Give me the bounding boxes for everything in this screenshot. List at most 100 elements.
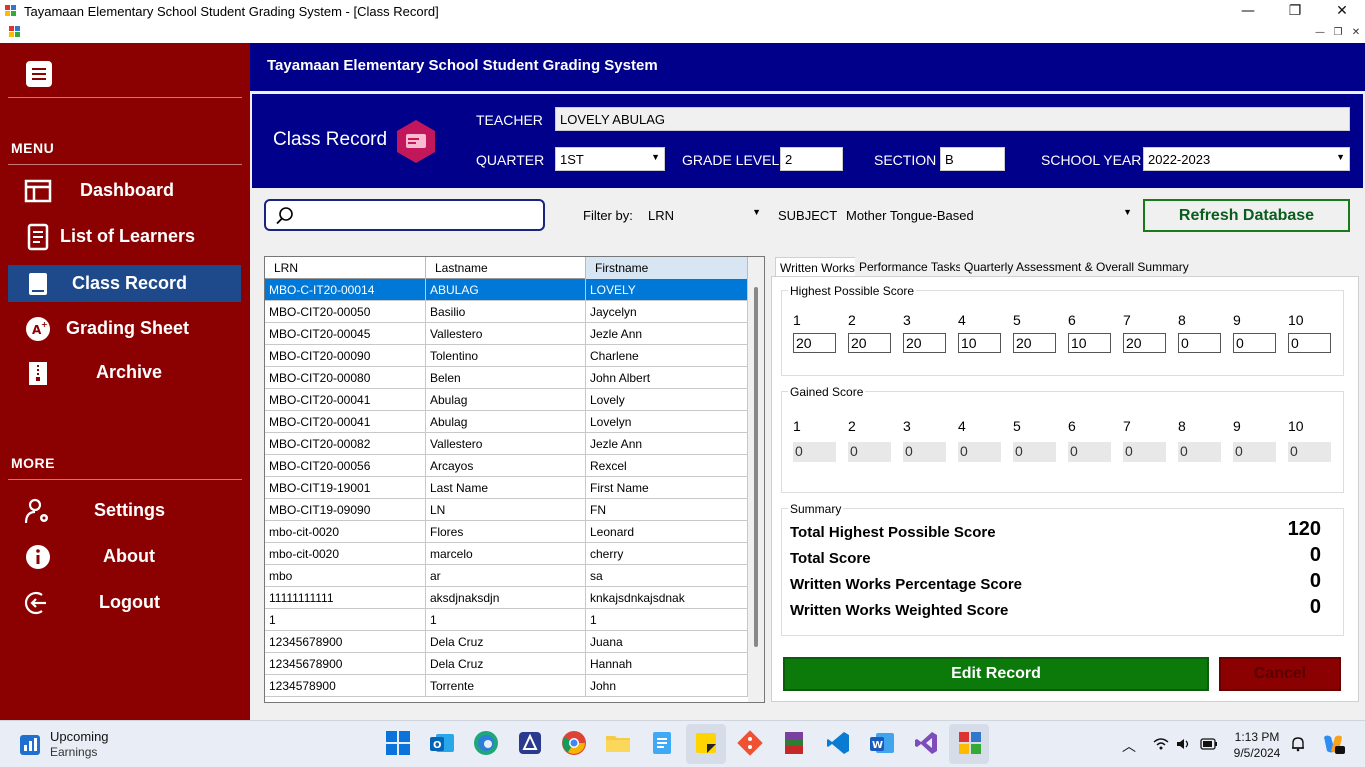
tab-written-works[interactable]: Written Works <box>775 257 860 278</box>
hps-score-field[interactable]: 0 <box>1233 333 1276 353</box>
title-bar: Tayamaan Elementary School Student Gradi… <box>0 0 1365 22</box>
hps-score-field[interactable]: 10 <box>958 333 1001 353</box>
table-row[interactable]: MBO-CIT20-00041 Abulag Lovely <box>265 389 748 411</box>
chrome-icon[interactable] <box>560 729 588 757</box>
notification-bell-icon[interactable] <box>1290 736 1306 752</box>
table-cell: MBO-CIT20-00082 <box>265 433 426 455</box>
battery-icon[interactable] <box>1200 738 1218 750</box>
sidebar-item-class-record[interactable]: Class Record <box>8 265 241 302</box>
outlook-icon[interactable]: O <box>428 729 456 757</box>
table-row[interactable]: 111 <box>265 609 748 631</box>
notepad-icon[interactable] <box>648 729 676 757</box>
subject-label: SUBJECT <box>778 208 838 223</box>
gained-number: 9 <box>1233 418 1241 434</box>
table-row[interactable]: 1234578900 Torrente John <box>265 675 748 697</box>
gained-score-field: 0 <box>1178 442 1221 462</box>
refresh-database-button[interactable]: Refresh Database <box>1143 199 1350 232</box>
table-row[interactable]: mbo ar sa <box>265 565 748 587</box>
hps-score-field[interactable]: 20 <box>1013 333 1056 353</box>
volume-icon[interactable] <box>1176 737 1192 751</box>
wifi-icon[interactable] <box>1153 737 1169 751</box>
hps-score-field[interactable]: 0 <box>1178 333 1221 353</box>
table-row[interactable]: MBO-CIT20-00050 Basilio Jaycelyn <box>265 301 748 323</box>
chevron-up-icon[interactable]: ︿ <box>1122 736 1136 756</box>
table-cell: Flores <box>426 521 586 543</box>
cancel-button[interactable]: Cancel <box>1219 657 1341 691</box>
clock-date[interactable]: 9/5/2024 <box>1232 746 1282 760</box>
file-explorer-icon[interactable] <box>604 729 632 757</box>
sidebar-item-list-of-learners[interactable]: List of Learners <box>8 218 241 255</box>
tab-quarterly-assessment[interactable]: Quarterly Assessment & Overall Summary <box>960 257 1193 277</box>
hps-score-field[interactable]: 10 <box>1068 333 1111 353</box>
gained-score-field: 0 <box>1068 442 1111 462</box>
app-icon[interactable] <box>516 729 544 757</box>
table-row[interactable]: MBO-CIT20-00090 Tolentino Charlene <box>265 345 748 367</box>
subject-dropdown[interactable]: Mother Tongue-Based ▼ <box>842 203 1136 227</box>
start-icon[interactable] <box>384 729 412 757</box>
search-input[interactable] <box>264 199 545 231</box>
percentage-score-value: 0 <box>1309 570 1321 592</box>
visual-studio-icon[interactable] <box>912 729 940 757</box>
edit-record-button[interactable]: Edit Record <box>783 657 1209 691</box>
table-row[interactable]: MBO-CIT20-00056 Arcayos Rexcel <box>265 455 748 477</box>
table-row[interactable]: MBO-CIT20-00082 Vallestero Jezle Ann <box>265 433 748 455</box>
table-row[interactable]: MBO-CIT20-00041 Abulag Lovelyn <box>265 411 748 433</box>
grading-system-app-icon[interactable] <box>956 729 984 757</box>
maximize-button[interactable]: ❐ <box>1272 0 1318 22</box>
tab-performance-tasks[interactable]: Performance Tasks <box>855 257 966 277</box>
column-header-lastname[interactable]: Lastname <box>426 257 586 279</box>
vscode-icon[interactable] <box>824 729 852 757</box>
school-year-dropdown[interactable]: 2022-2023 ▼ <box>1143 147 1350 171</box>
copilot-icon[interactable] <box>1321 733 1345 755</box>
table-row[interactable]: 12345678900 Dela Cruz Hannah <box>265 653 748 675</box>
hamburger-menu-button[interactable] <box>26 61 52 87</box>
hps-score-field[interactable]: 0 <box>1288 333 1331 353</box>
edge-icon[interactable] <box>472 729 500 757</box>
table-row[interactable]: mbo-cit-0020 marcelo cherry <box>265 543 748 565</box>
column-header-firstname[interactable]: Firstname <box>586 257 748 279</box>
sidebar-item-grading-sheet[interactable]: A + Grading Sheet <box>8 310 241 347</box>
hps-score-field[interactable]: 20 <box>793 333 836 353</box>
clock-time[interactable]: 1:13 PM <box>1232 730 1282 744</box>
table-row[interactable]: MBO-CIT19-19001 Last Name First Name <box>265 477 748 499</box>
table-cell: MBO-CIT19-19001 <box>265 477 426 499</box>
sidebar-item-settings[interactable]: Settings <box>8 492 241 529</box>
grade-level-field[interactable]: 2 <box>780 147 843 171</box>
sidebar-item-logout[interactable]: Logout <box>8 584 241 621</box>
word-icon[interactable]: W <box>868 729 896 757</box>
mdi-bar: — ❐ ✕ <box>0 22 1365 43</box>
table-row[interactable]: MBO-CIT20-00045 Vallestero Jezle Ann <box>265 323 748 345</box>
class-record-icon <box>397 120 435 163</box>
scrollbar-thumb[interactable] <box>754 287 758 647</box>
table-row[interactable]: 11111111111 aksdjnaksdjn knkajsdnkajsdnak <box>265 587 748 609</box>
close-button[interactable]: ✕ <box>1319 0 1365 22</box>
school-year-value: 2022-2023 <box>1148 152 1211 167</box>
table-row[interactable]: 12345678900 Dela Cruz Juana <box>265 631 748 653</box>
summary-title: Summary <box>788 502 844 516</box>
section-field[interactable]: B <box>940 147 1005 171</box>
winrar-icon[interactable] <box>780 729 808 757</box>
git-icon[interactable] <box>736 729 764 757</box>
mdi-close-button[interactable]: ✕ <box>1348 25 1364 41</box>
table-cell: LOVELY <box>586 279 748 301</box>
table-row[interactable]: MBO-CIT19-09090 LN FN <box>265 499 748 521</box>
sidebar-item-dashboard[interactable]: Dashboard <box>8 172 241 209</box>
sidebar-item-archive[interactable]: Archive <box>8 354 241 391</box>
hps-score-field[interactable]: 20 <box>1123 333 1166 353</box>
filter-dropdown[interactable]: LRN ▼ <box>644 203 765 227</box>
mdi-minimize-button[interactable]: — <box>1312 25 1328 41</box>
hps-score-field[interactable]: 20 <box>848 333 891 353</box>
minimize-button[interactable]: — <box>1225 0 1271 22</box>
hps-score-field[interactable]: 20 <box>903 333 946 353</box>
column-header-lrn[interactable]: LRN <box>265 257 426 279</box>
quarter-dropdown[interactable]: 1ST ▼ <box>555 147 665 171</box>
table-row[interactable]: MBO-CIT20-00080 Belen John Albert <box>265 367 748 389</box>
table-row[interactable]: MBO-C-IT20-00014 ABULAG LOVELY <box>265 279 748 301</box>
table-row[interactable]: mbo-cit-0020 Flores Leonard <box>265 521 748 543</box>
mdi-restore-button[interactable]: ❐ <box>1330 25 1346 41</box>
table-scrollbar[interactable] <box>748 257 764 702</box>
sticky-notes-icon[interactable] <box>692 729 720 757</box>
sidebar-item-about[interactable]: About <box>8 538 241 575</box>
svg-text:W: W <box>872 740 883 751</box>
sidebar-item-label: Archive <box>96 362 163 382</box>
